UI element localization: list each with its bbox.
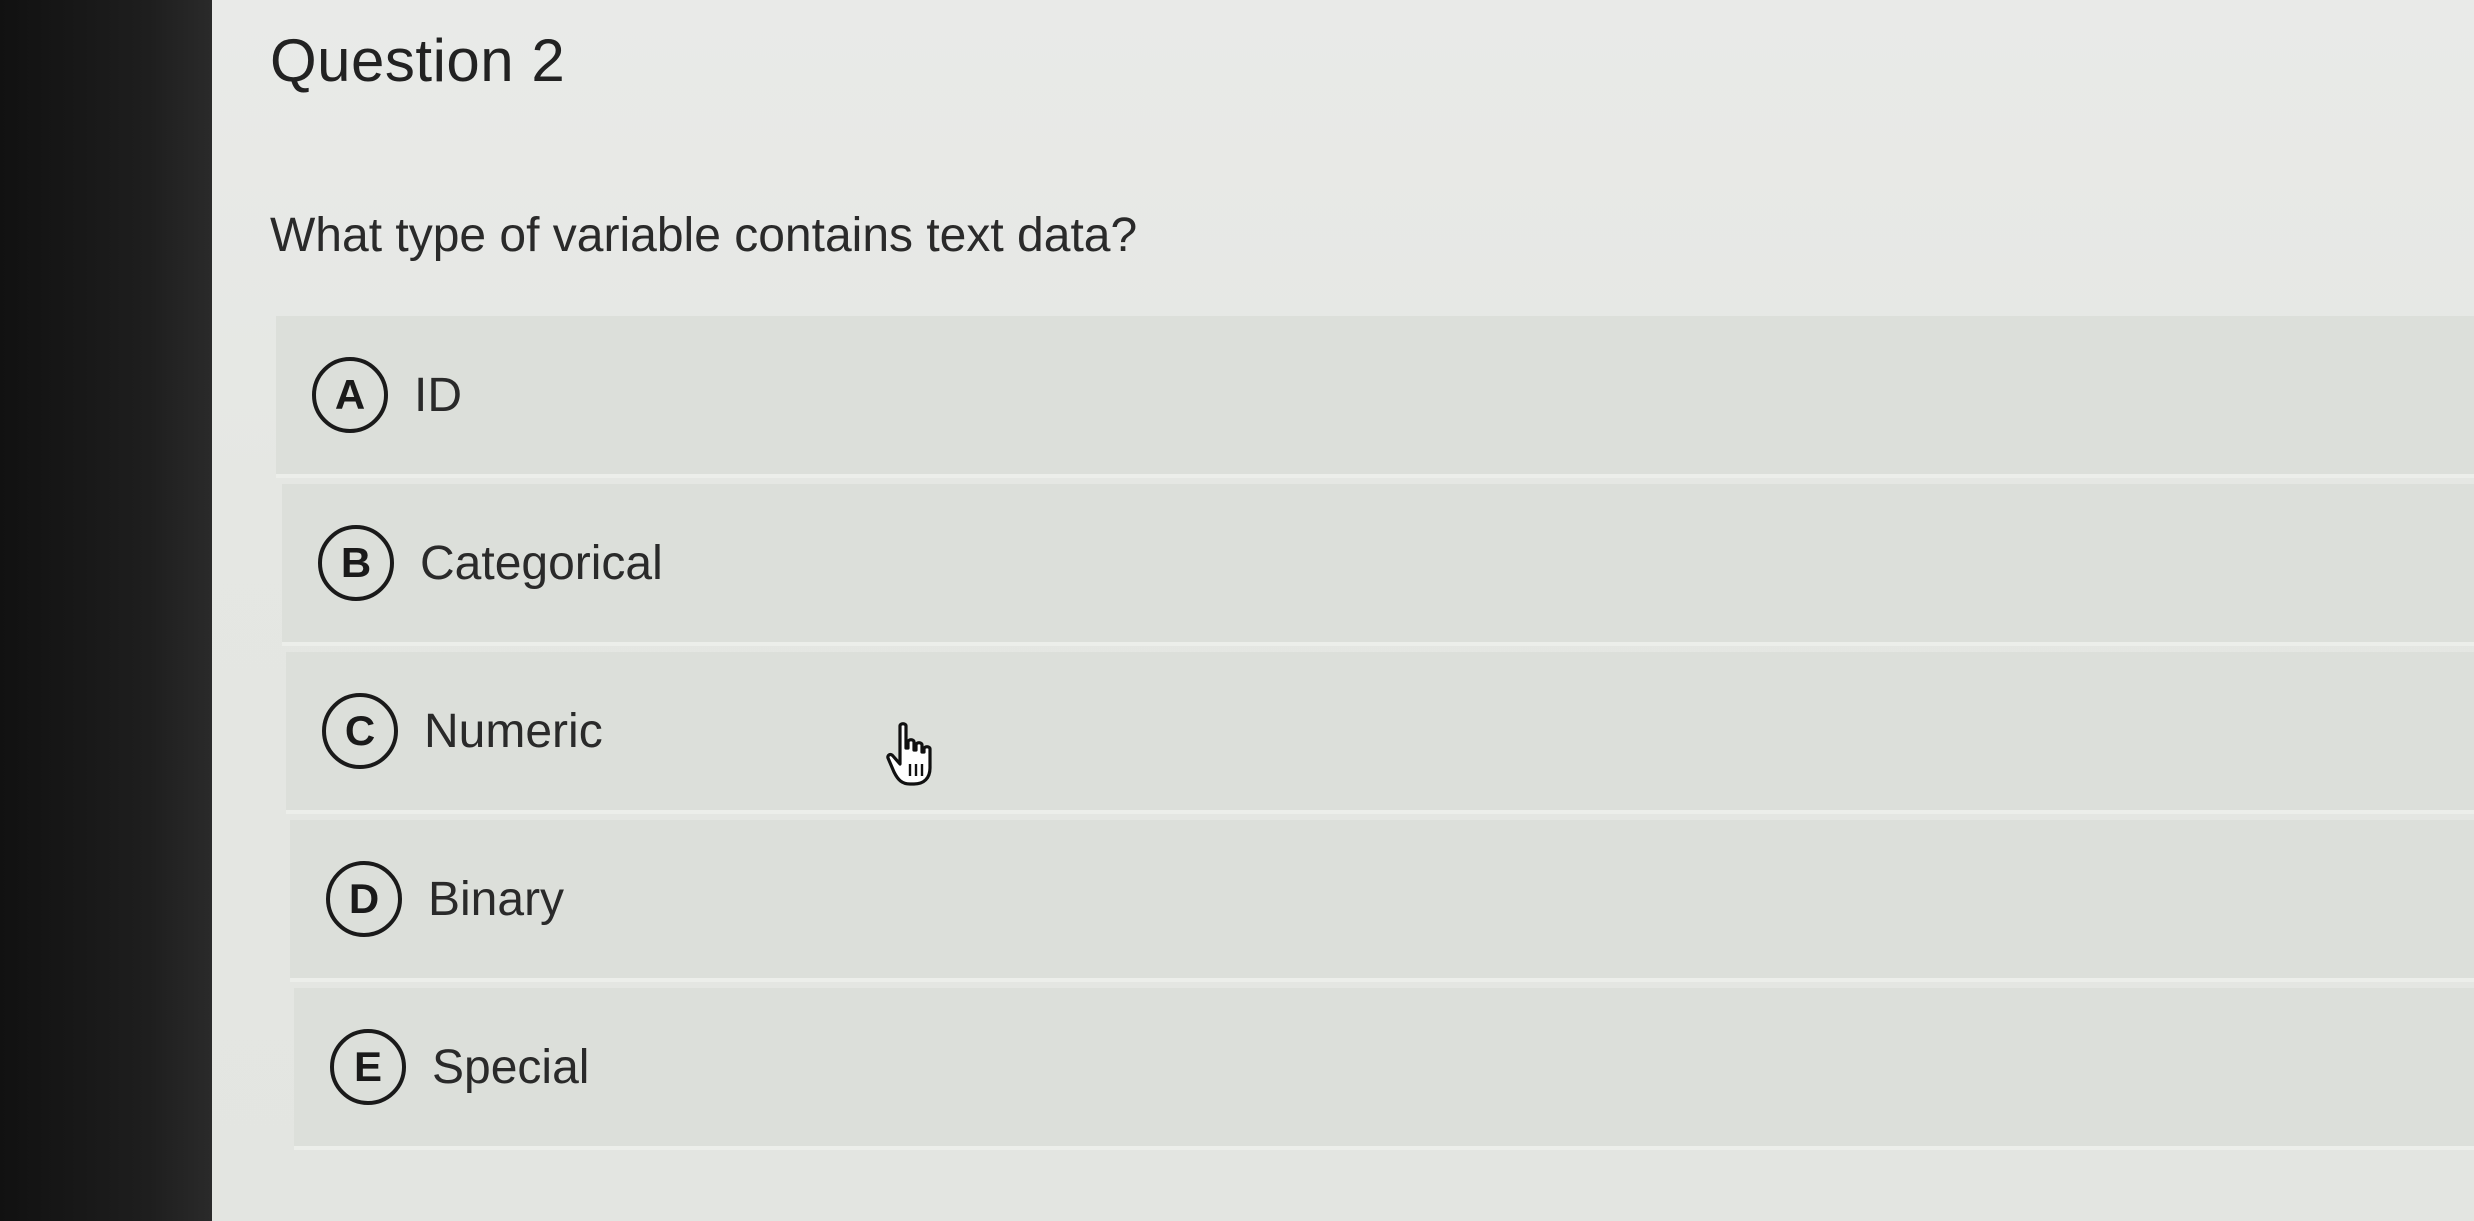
option-label: Numeric	[424, 704, 603, 758]
option-letter-badge: A	[312, 357, 388, 433]
hand-pointer-icon	[886, 722, 932, 786]
option-letter-badge: D	[326, 861, 402, 937]
answer-options: A ID B Categorical C Numeric D Binary E …	[276, 316, 2474, 1156]
option-d[interactable]: D Binary	[290, 820, 2474, 982]
option-label: Categorical	[420, 536, 663, 590]
question-text: What type of variable contains text data…	[270, 209, 1138, 262]
screen-bezel	[0, 0, 212, 1221]
option-label: Binary	[428, 872, 565, 926]
option-a[interactable]: A ID	[276, 316, 2474, 478]
option-label: Special	[432, 1040, 590, 1094]
option-label: ID	[414, 368, 462, 422]
option-b[interactable]: B Categorical	[282, 484, 2474, 646]
quiz-page: Question 2 What type of variable contain…	[212, 0, 2474, 1221]
option-c[interactable]: C Numeric	[286, 652, 2474, 814]
option-letter-badge: E	[330, 1029, 406, 1105]
option-letter-badge: C	[322, 693, 398, 769]
question-title: Question 2	[270, 27, 566, 94]
option-e[interactable]: E Special	[294, 988, 2474, 1150]
option-letter-badge: B	[318, 525, 394, 601]
